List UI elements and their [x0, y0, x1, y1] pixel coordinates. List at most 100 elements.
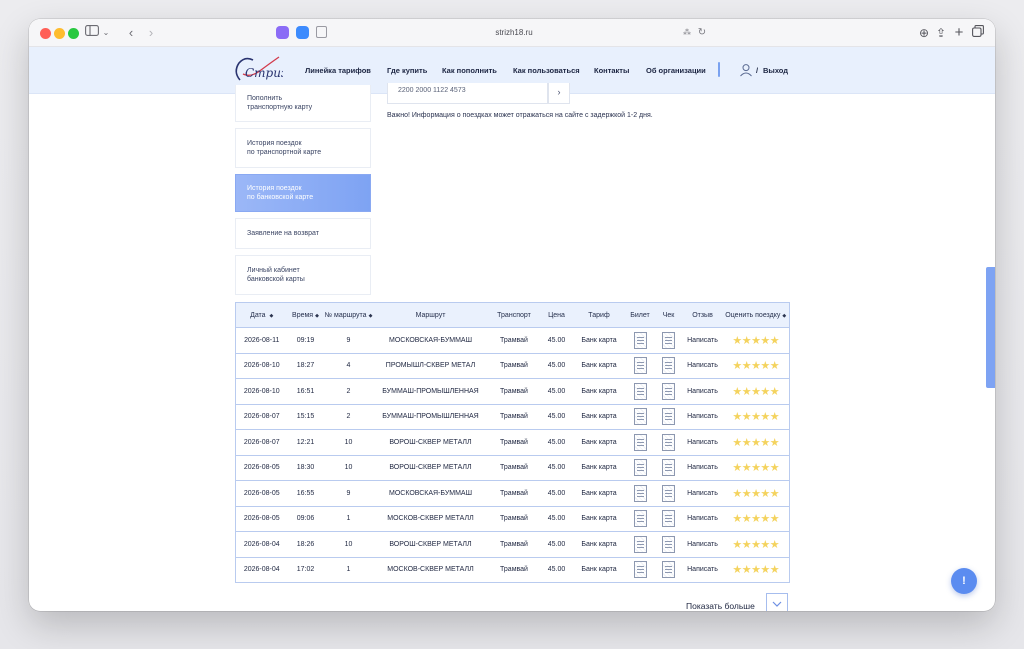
table-row: 2026-08-05 16:55 9 МОСКОВСКАЯ-БУММАШ Тра…: [235, 480, 790, 507]
nav-tariffs[interactable]: Линейка тарифов: [305, 66, 371, 75]
rating-stars[interactable]: ★★★★★: [732, 437, 779, 449]
forward-icon[interactable]: ›: [145, 25, 157, 41]
rating-stars[interactable]: ★★★★★: [732, 513, 779, 525]
rating-stars[interactable]: ★★★★★: [732, 386, 779, 398]
sort-icon[interactable]: ◆: [369, 313, 373, 319]
nav-how-to-top-up[interactable]: Как пополнить: [442, 66, 497, 75]
write-review-link[interactable]: Написать: [682, 353, 723, 379]
sidebar-item-top-up[interactable]: Пополнить транспортную карту: [235, 85, 371, 122]
extension-icon[interactable]: [276, 26, 289, 39]
receipt-icon[interactable]: [662, 535, 675, 553]
reader-icon[interactable]: [316, 26, 327, 38]
rating-stars[interactable]: ★★★★★: [732, 462, 779, 474]
nav-where-to-buy[interactable]: Где купить: [387, 66, 427, 75]
ticket-icon[interactable]: [633, 331, 647, 349]
sidebar-item-refund-request[interactable]: Заявление на возврат: [235, 218, 371, 249]
column-header-time[interactable]: Время ◆: [287, 302, 324, 328]
user-icon[interactable]: [739, 63, 753, 77]
sidebar-item-bank-card-account[interactable]: Личный кабинет банковской карты: [235, 255, 371, 295]
logout-link[interactable]: Выход: [763, 66, 788, 75]
table-row: 2026-08-04 18:26 10 ВОРОШ-СКВЕР МЕТАЛЛ Т…: [235, 531, 790, 558]
cell-route: МОСКОВСКАЯ-БУММАШ: [373, 480, 488, 507]
ticket-icon[interactable]: [633, 459, 647, 477]
close-window-button[interactable]: [40, 28, 51, 39]
write-review-link[interactable]: Написать: [682, 455, 723, 481]
zoom-window-button[interactable]: [68, 28, 79, 39]
ticket-icon[interactable]: [633, 510, 647, 528]
write-review-link[interactable]: Написать: [682, 480, 723, 507]
column-header-route-number[interactable]: № маршрута ◆: [323, 302, 374, 328]
cell-receipt: [654, 353, 683, 379]
back-icon[interactable]: ‹: [125, 25, 137, 41]
share-icon[interactable]: ⇪: [935, 25, 947, 41]
rating-stars[interactable]: ★★★★★: [732, 564, 779, 576]
minimize-window-button[interactable]: [54, 28, 65, 39]
column-header-rate-trip[interactable]: Оценить поездку ◆: [722, 302, 790, 328]
nav-about[interactable]: Об организации: [646, 66, 706, 75]
cell-date: 2026-08-10: [235, 353, 288, 379]
column-header-date[interactable]: Дата ◆: [235, 302, 288, 328]
cell-price: 45.00: [547, 566, 566, 574]
ticket-icon[interactable]: [633, 408, 647, 426]
cell-rating: ★★★★★: [722, 455, 790, 481]
ticket-icon[interactable]: [633, 561, 647, 579]
rating-stars[interactable]: ★★★★★: [732, 411, 779, 423]
receipt-icon[interactable]: [662, 459, 675, 477]
new-tab-icon[interactable]: +: [953, 25, 965, 41]
ticket-icon[interactable]: [633, 433, 647, 451]
delay-notice: Важно! Информация о поездках может отраж…: [387, 112, 653, 119]
cell-receipt: [654, 327, 683, 354]
receipt-icon[interactable]: [662, 433, 675, 451]
receipt-icon[interactable]: [662, 510, 675, 528]
write-review-link[interactable]: Написать: [682, 531, 723, 558]
receipt-icon[interactable]: [662, 357, 675, 375]
rating-stars[interactable]: ★★★★★: [732, 539, 779, 551]
sidebar-item-bank-card-history[interactable]: История поездок по банковской карте: [235, 174, 371, 212]
cell-time: 18:27: [287, 353, 324, 379]
write-review-link[interactable]: Написать: [682, 404, 723, 430]
sidebar-item-label: банковской карты: [247, 276, 305, 283]
ticket-icon[interactable]: [633, 382, 647, 400]
chevron-down-icon[interactable]: [766, 593, 788, 611]
site-logo[interactable]: Стриж: [231, 52, 295, 88]
receipt-icon[interactable]: [662, 408, 675, 426]
write-review-link[interactable]: Написать: [682, 327, 723, 354]
sort-icon[interactable]: ◆: [270, 313, 274, 319]
cell-time: 16:55: [287, 480, 324, 507]
ticket-icon[interactable]: [633, 535, 647, 553]
write-review-link[interactable]: Написать: [682, 429, 723, 456]
sort-icon[interactable]: ◆: [315, 313, 319, 319]
help-button[interactable]: !: [951, 568, 977, 594]
ticket-icon[interactable]: [633, 357, 647, 375]
extension-icon[interactable]: [296, 26, 309, 39]
translate-icon[interactable]: ⁂: [679, 25, 695, 41]
receipt-icon[interactable]: [662, 331, 675, 349]
rating-stars[interactable]: ★★★★★: [732, 335, 779, 347]
receipt-icon[interactable]: [662, 484, 675, 502]
sidebar-item-transport-card-history[interactable]: История поездок по транспортной карте: [235, 128, 371, 168]
sort-icon[interactable]: ◆: [782, 313, 786, 319]
rating-stars[interactable]: ★★★★★: [732, 360, 779, 372]
sidebar-toggle-icon[interactable]: [85, 25, 99, 41]
receipt-icon[interactable]: [662, 561, 675, 579]
ticket-icon[interactable]: [633, 484, 647, 502]
nav-how-to-use[interactable]: Как пользоваться: [513, 66, 580, 75]
page-scrollbar[interactable]: [986, 267, 995, 388]
download-icon[interactable]: ⊕: [918, 25, 930, 41]
write-review-link[interactable]: Написать: [682, 506, 723, 532]
cell-price: 45.00: [540, 327, 573, 354]
receipt-icon[interactable]: [662, 382, 675, 400]
sidebar-item-label: Заявление на возврат: [247, 230, 319, 237]
rating-stars[interactable]: ★★★★★: [732, 488, 779, 500]
cell-time: 12:21: [287, 429, 324, 456]
nav-contacts[interactable]: Контакты: [594, 66, 629, 75]
reload-icon[interactable]: ↻: [697, 25, 707, 41]
address-bar[interactable]: strizh18.ru: [449, 26, 579, 40]
card-number-input[interactable]: 2200 2000 1122 4573: [387, 83, 548, 104]
chevron-down-icon[interactable]: ⌄: [101, 25, 111, 41]
write-review-link[interactable]: Написать: [683, 557, 723, 583]
submit-button[interactable]: ›: [548, 83, 570, 104]
show-more-label[interactable]: Показать больше: [686, 601, 755, 611]
write-review-link[interactable]: Написать: [682, 378, 723, 405]
tab-overview-icon[interactable]: [972, 25, 984, 41]
